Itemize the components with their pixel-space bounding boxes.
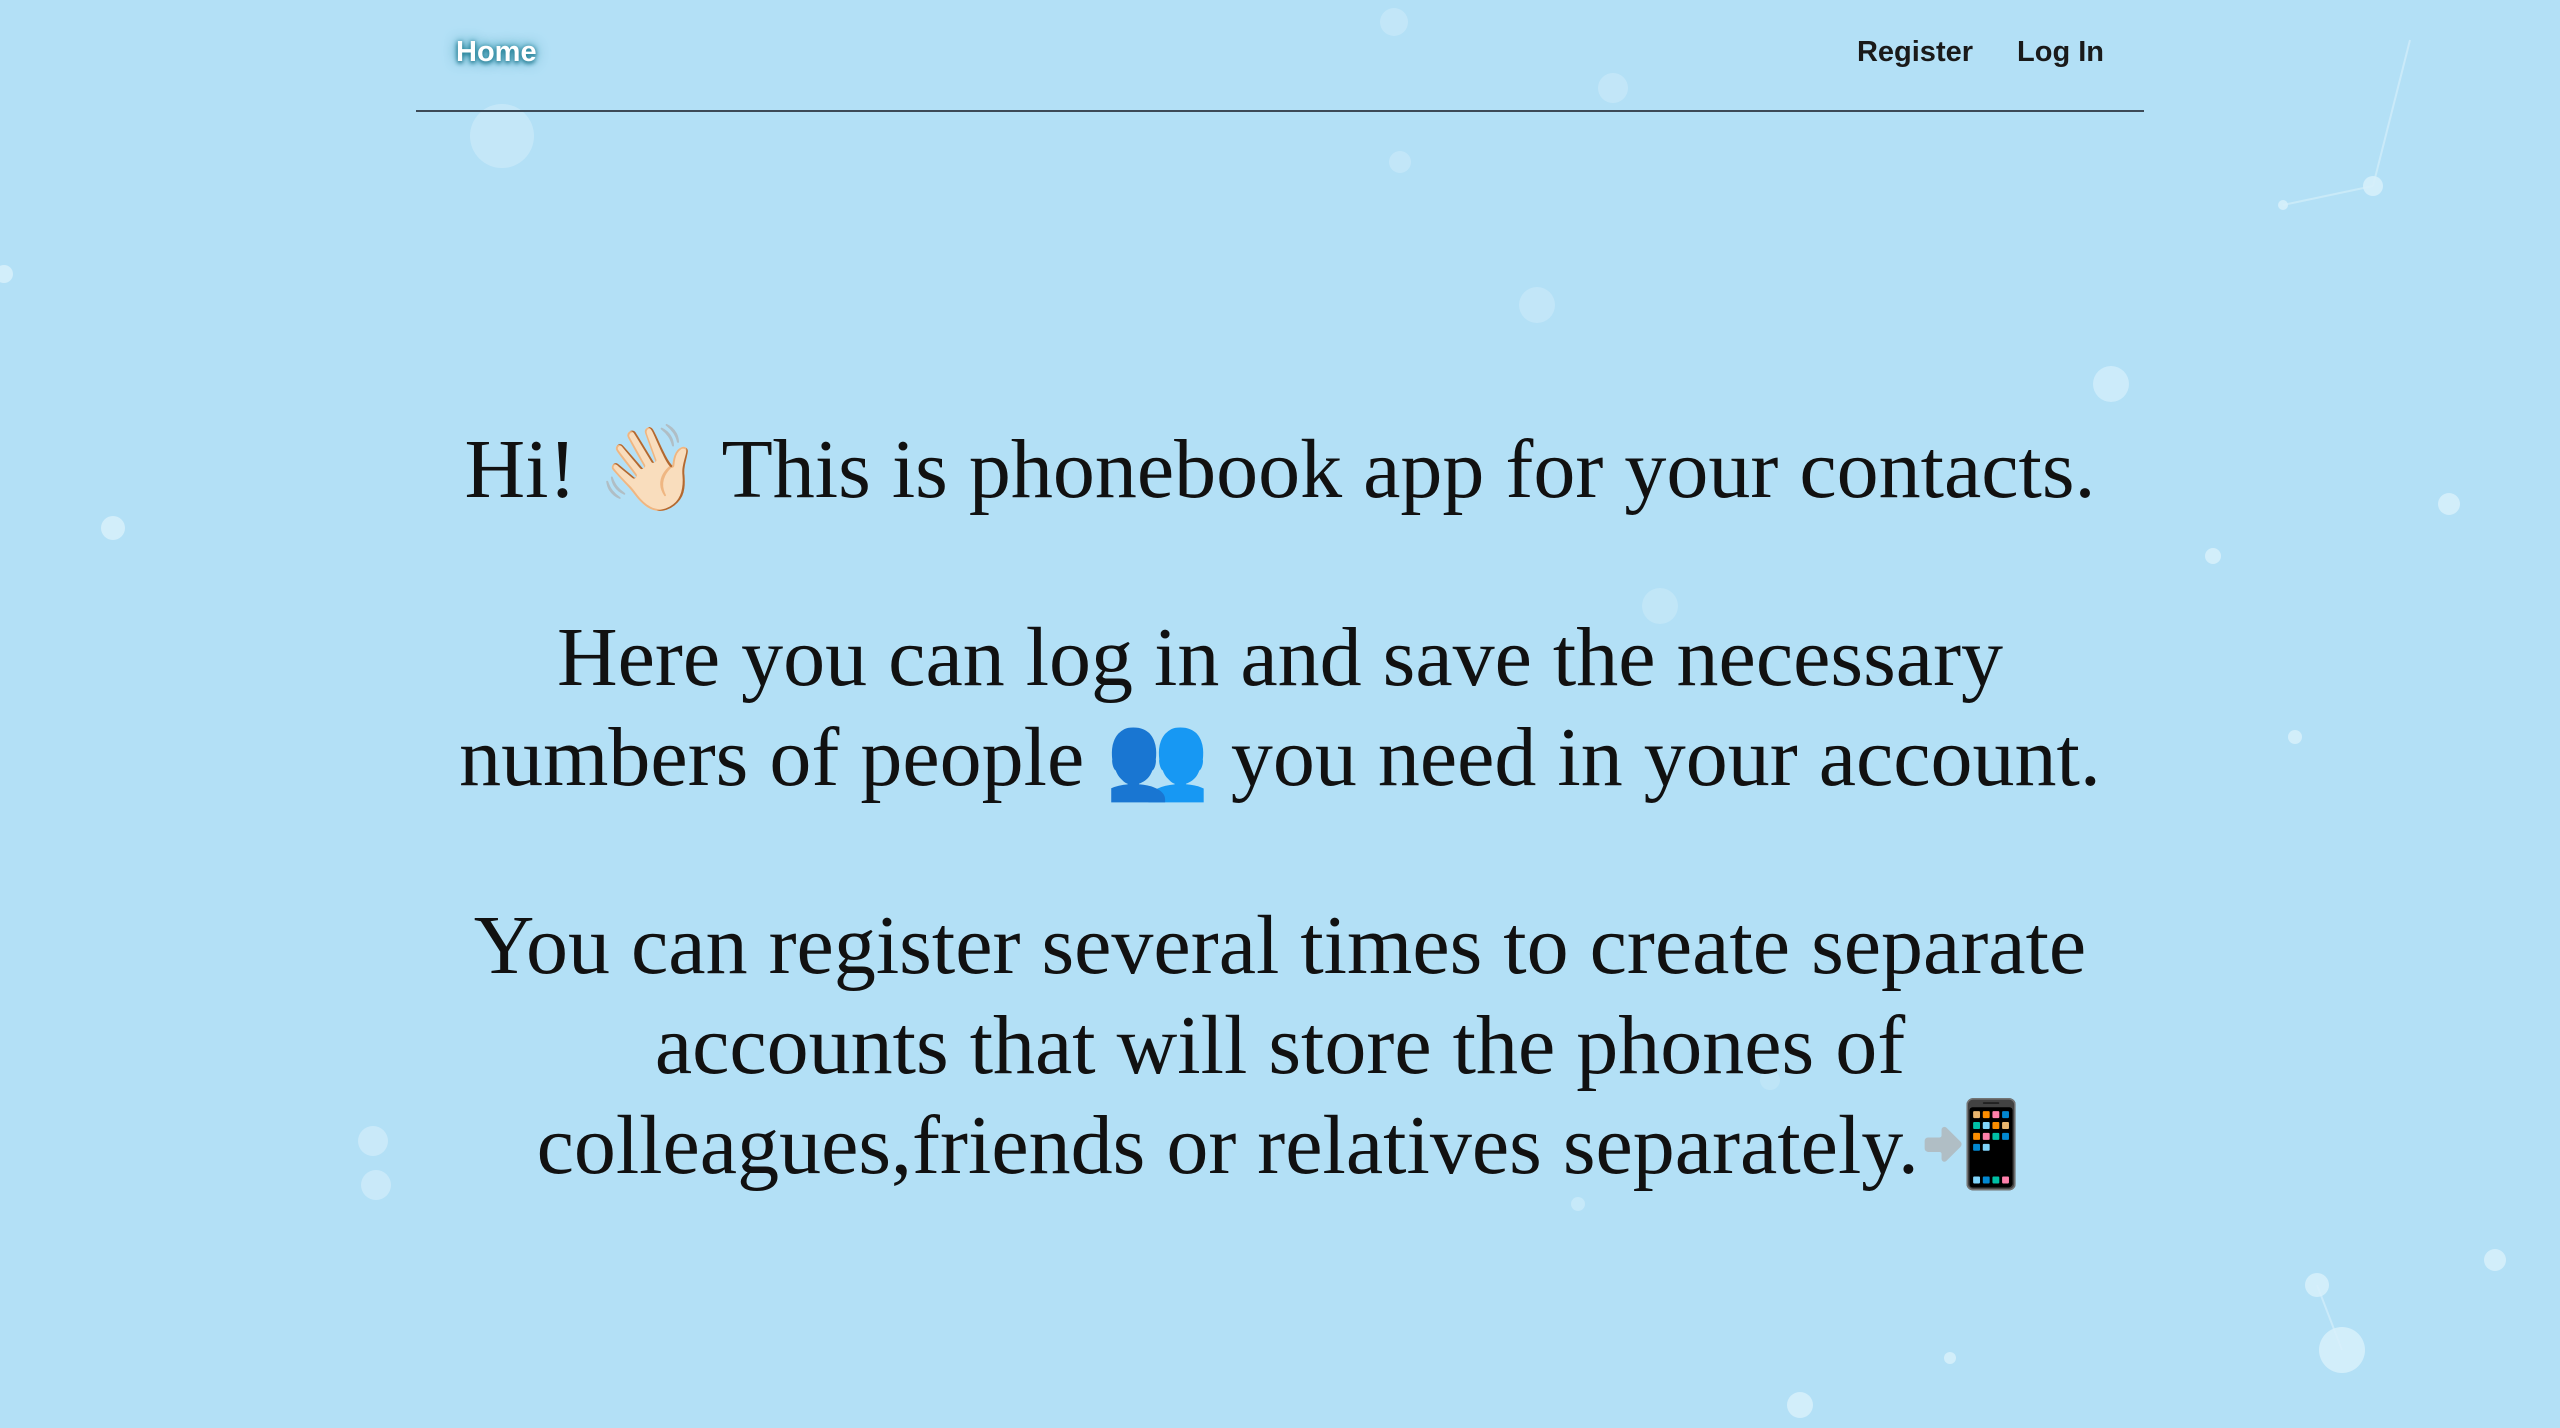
welcome-content: Hi! 👋🏻 This is phonebook app for your co… (416, 420, 2144, 1284)
top-navigation: Home Register Log In (416, 0, 2144, 112)
description-text: Here you can log in and save the necessa… (459, 611, 2101, 804)
login-link[interactable]: Log In (2017, 36, 2104, 69)
home-link[interactable]: Home (456, 36, 537, 69)
register-info-text: You can register several times to create… (473, 899, 2087, 1192)
greeting-text: Hi! 👋🏻 This is phonebook app for your co… (464, 423, 2096, 516)
auth-nav: Register Log In (1857, 36, 2104, 69)
register-link[interactable]: Register (1857, 36, 1973, 69)
